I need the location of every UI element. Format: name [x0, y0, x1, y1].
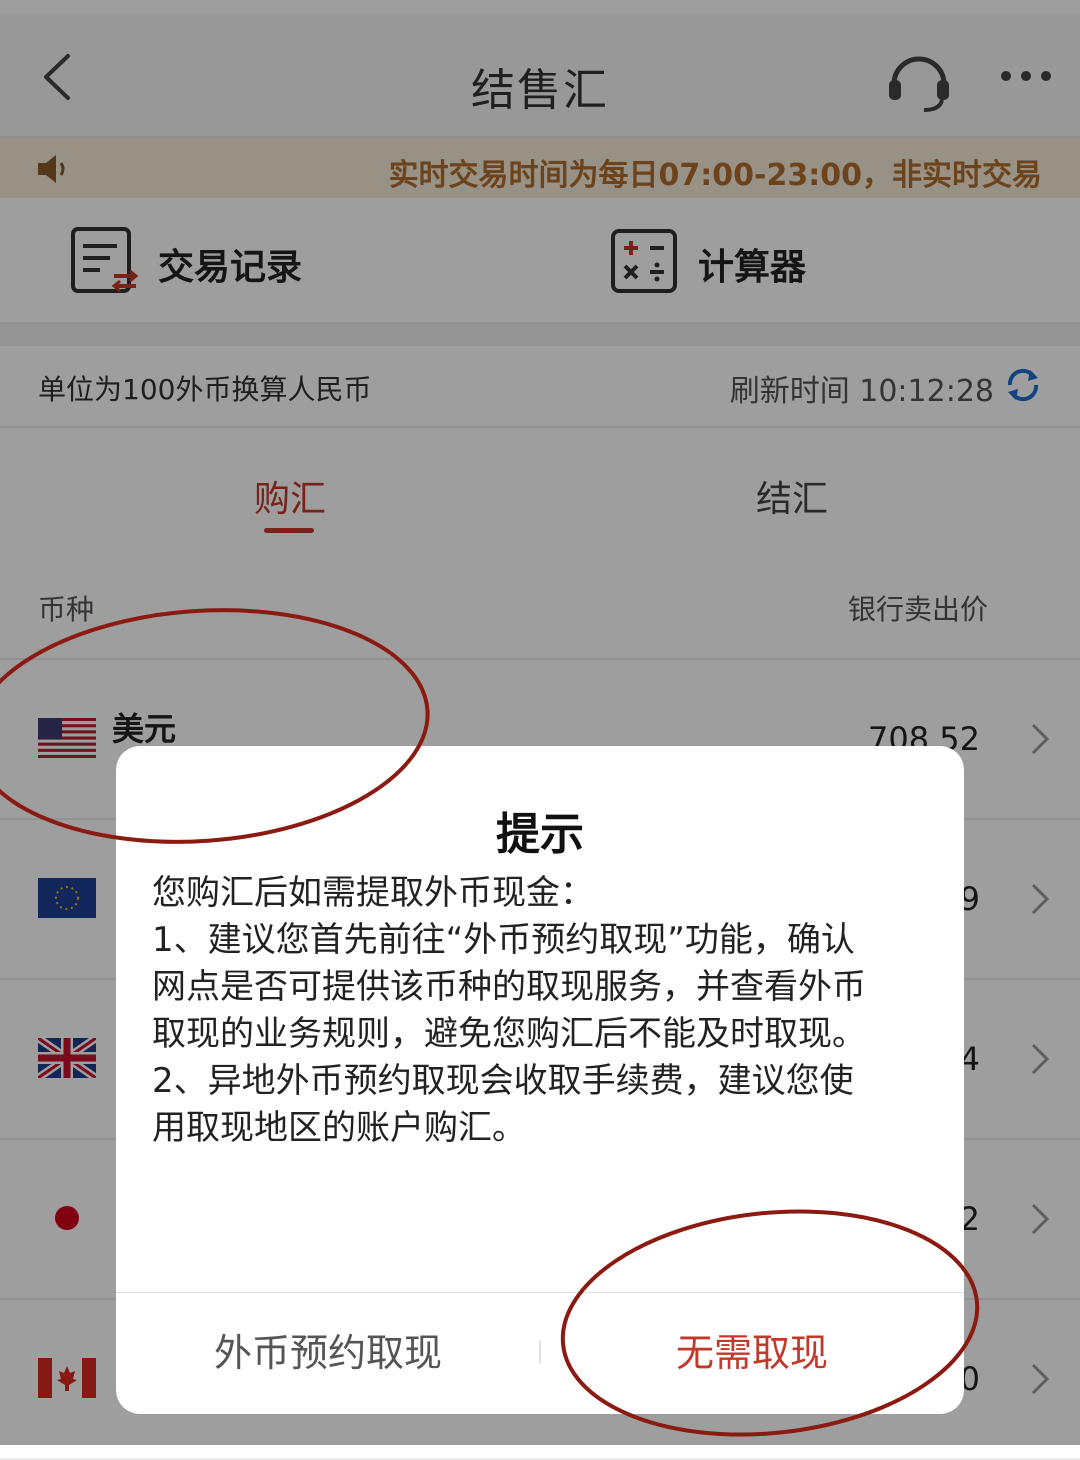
dialog-body-line: 1、建议您首先前往“外币预约取现”功能，确认 — [152, 920, 855, 960]
dialog-body: 您购汇后如需提取外币现金： 1、建议您首先前往“外币预约取现”功能，确认 网点是… — [152, 870, 934, 1152]
dialog-body-line: 取现的业务规则，避免您购汇后不能及时取现。 — [152, 1014, 866, 1054]
notice-dialog: 提示 您购汇后如需提取外币现金： 1、建议您首先前往“外币预约取现”功能，确认 … — [116, 746, 964, 1414]
no-withdrawal-button[interactable]: 无需取现 — [540, 1292, 964, 1414]
dialog-body-line: 网点是否可提供该币种的取现服务，并查看外币 — [152, 967, 866, 1007]
dialog-body-line: 用取现地区的账户购汇。 — [152, 1108, 526, 1148]
dialog-body-line: 您购汇后如需提取外币现金： — [152, 873, 594, 913]
dialog-title: 提示 — [496, 809, 584, 860]
foreign-cash-reservation-button[interactable]: 外币预约取现 — [116, 1292, 540, 1414]
dialog-body-line: 2、异地外币预约取现会收取手续费，建议您使 — [152, 1061, 854, 1101]
